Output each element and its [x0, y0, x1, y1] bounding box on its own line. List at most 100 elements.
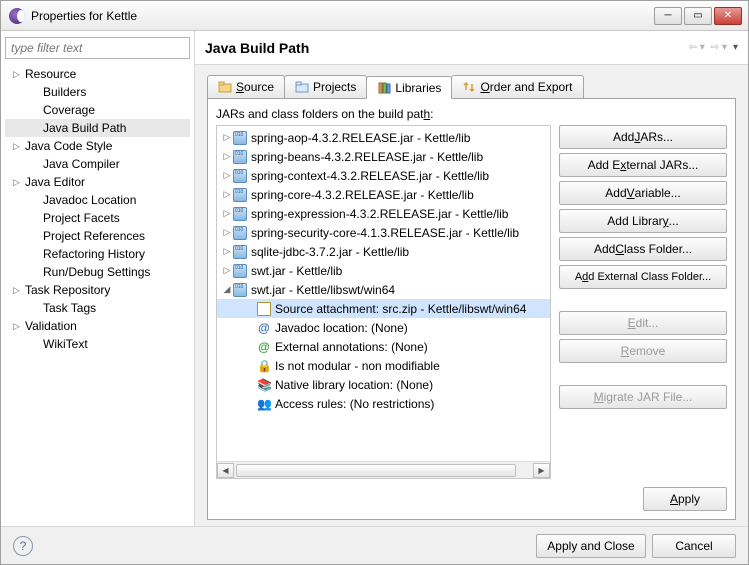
- jar-label: spring-core-4.3.2.RELEASE.jar - Kettle/l…: [251, 188, 474, 202]
- javadoc-icon: @: [257, 321, 271, 335]
- source-folder-icon: [218, 80, 232, 94]
- cancel-button[interactable]: Cancel: [652, 534, 736, 558]
- expand-icon[interactable]: ▷: [221, 246, 233, 257]
- tab-source[interactable]: SSourceource: [207, 75, 285, 98]
- jar-detail-label: Is not modular - non modifiable: [275, 359, 440, 373]
- nav-item-label: Task Repository: [25, 283, 110, 297]
- nav-item[interactable]: ▷Validation: [5, 317, 190, 335]
- back-icon[interactable]: ⇦ ▾: [689, 42, 705, 53]
- tab-libraries[interactable]: Libraries: [366, 76, 452, 99]
- jar-detail-item[interactable]: @Javadoc location: (None): [217, 318, 550, 337]
- scroll-thumb[interactable]: [236, 464, 516, 477]
- nav-item[interactable]: Java Build Path: [5, 119, 190, 137]
- jar-item[interactable]: ▷spring-aop-4.3.2.RELEASE.jar - Kettle/l…: [217, 128, 550, 147]
- expand-icon[interactable]: ▷: [221, 189, 233, 200]
- nav-item-label: Task Tags: [43, 301, 96, 315]
- nav-item[interactable]: Project References: [5, 227, 190, 245]
- sidebar: ▷Resource Builders Coverage Java Build Path…: [1, 31, 195, 526]
- expand-icon[interactable]: ▷: [13, 177, 25, 188]
- libraries-panel: JARs and class folders on the build path…: [207, 99, 736, 520]
- jar-item[interactable]: ▷ spring-context-4.3.2.RELEASE.jar - Kett…: [217, 166, 550, 185]
- source-attachment-icon: [257, 302, 271, 316]
- minimize-button[interactable]: ─: [654, 7, 682, 25]
- add-variable-button[interactable]: Add Variable...Add Variable...: [559, 181, 727, 205]
- jar-item[interactable]: ▷spring-expression-4.3.2.RELEASE.jar - K…: [217, 204, 550, 223]
- jar-item[interactable]: ▷ swt.jar - Kettle/lib: [217, 261, 550, 280]
- window-title: Properties for Kettle: [31, 9, 137, 23]
- nav-item[interactable]: Javadoc Location: [5, 191, 190, 209]
- page-title: Java Build Path: [205, 40, 309, 56]
- jar-icon: [233, 150, 247, 164]
- jar-item[interactable]: ▷ sqlite-jdbc-3.7.2.jar - Kettle/lib: [217, 242, 550, 261]
- nav-item[interactable]: Project Facets: [5, 209, 190, 227]
- nav-item[interactable]: Coverage: [5, 101, 190, 119]
- nav-item[interactable]: ▷Java Editor: [5, 173, 190, 191]
- nav-item[interactable]: Task Tags: [5, 299, 190, 317]
- page-header: Java Build Path ⇦ ▾ ⇨ ▾ ▾: [195, 31, 748, 65]
- nav-item[interactable]: Builders: [5, 83, 190, 101]
- expand-icon[interactable]: ▷: [221, 170, 233, 181]
- jar-label: spring-context-4.3.2.RELEASE.jar - Kettl…: [251, 169, 489, 183]
- filter-input[interactable]: [5, 37, 190, 59]
- add-external-jars-button[interactable]: Add External JARs...Add External JARs...: [559, 153, 727, 177]
- jar-label: swt.jar - Kettle/lib: [251, 264, 342, 278]
- add-library-button[interactable]: Add Library...Add Library...: [559, 209, 727, 233]
- expand-icon[interactable]: ▷: [221, 265, 233, 276]
- nav-item-label: Project References: [43, 229, 145, 243]
- libraries-icon: [377, 81, 391, 95]
- jar-label: sqlite-jdbc-3.7.2.jar - Kettle/lib: [251, 245, 409, 259]
- jar-item[interactable]: ▷spring-beans-4.3.2.RELEASE.jar - Kettle…: [217, 147, 550, 166]
- expand-icon[interactable]: ▷: [13, 285, 25, 296]
- header-nav: ⇦ ▾ ⇨ ▾ ▾: [689, 42, 738, 53]
- tab-projects[interactable]: Projects: [284, 75, 367, 98]
- maximize-button[interactable]: ▭: [684, 7, 712, 25]
- nav-item[interactable]: Refactoring History: [5, 245, 190, 263]
- apply-button[interactable]: ApplyApply: [643, 487, 727, 511]
- jar-item[interactable]: ◢swt.jar - Kettle/libswt/win64: [217, 280, 550, 299]
- forward-icon[interactable]: ⇨ ▾: [711, 42, 727, 53]
- expand-icon[interactable]: ▷: [13, 69, 25, 80]
- jar-detail-item[interactable]: 📚Native library location: (None): [217, 375, 550, 394]
- nav-item[interactable]: WikiText: [5, 335, 190, 353]
- nav-item[interactable]: Java Compiler: [5, 155, 190, 173]
- apply-and-close-button[interactable]: Apply and Close: [536, 534, 646, 558]
- nav-item-label: Javadoc Location: [43, 193, 136, 207]
- jar-tree[interactable]: ▷spring-aop-4.3.2.RELEASE.jar - Kettle/l…: [216, 125, 551, 479]
- jar-label: spring-security-core-4.1.3.RELEASE.jar -…: [251, 226, 519, 240]
- expand-icon[interactable]: ▷: [13, 141, 25, 152]
- expand-icon[interactable]: ▷: [221, 208, 233, 219]
- scroll-right-icon[interactable]: ▶: [533, 463, 550, 478]
- scroll-left-icon[interactable]: ◀: [217, 463, 234, 478]
- nav-item[interactable]: Run/Debug Settings: [5, 263, 190, 281]
- nav-item-label: WikiText: [43, 337, 88, 351]
- view-menu-icon[interactable]: ▾: [733, 42, 738, 53]
- nav-item-label: Builders: [43, 85, 86, 99]
- nav-item[interactable]: ▷Task Repository: [5, 281, 190, 299]
- eclipse-icon: [9, 8, 25, 24]
- jar-item[interactable]: ▷ spring-security-core-4.1.3.RELEASE.jar …: [217, 223, 550, 242]
- nav-item[interactable]: ▷Resource: [5, 65, 190, 83]
- edit-button: Edit...Edit...: [559, 311, 727, 335]
- add-class-folder-button[interactable]: Add Class Folder...Add Class Folder...: [559, 237, 727, 261]
- jar-detail-item[interactable]: Source attachment: src.zip - Kettle/libs…: [217, 299, 550, 318]
- expand-icon[interactable]: ▷: [221, 132, 233, 143]
- horizontal-scrollbar[interactable]: ◀ ▶: [217, 461, 550, 478]
- nav-item-label: Java Build Path: [43, 121, 126, 135]
- nav-item[interactable]: ▷Java Code Style: [5, 137, 190, 155]
- help-icon[interactable]: ?: [13, 536, 33, 556]
- nav-tree[interactable]: ▷Resource Builders Coverage Java Build Path…: [5, 63, 190, 520]
- jar-detail-item[interactable]: @External annotations: (None): [217, 337, 550, 356]
- close-button[interactable]: ✕: [714, 7, 742, 25]
- jar-icon: [233, 264, 247, 278]
- add-jars-button[interactable]: Add JARs...Add JARs...: [559, 125, 727, 149]
- expand-icon[interactable]: ▷: [221, 227, 233, 238]
- jar-detail-item[interactable]: 🔒Is not modular - non modifiable: [217, 356, 550, 375]
- tab-order-export[interactable]: Order and ExportOrder and Export: [451, 75, 583, 98]
- add-external-class-folder-button[interactable]: Add External Class Folder...Add External…: [559, 265, 727, 289]
- expand-icon[interactable]: ▷: [221, 151, 233, 162]
- jar-item[interactable]: ▷ spring-core-4.3.2.RELEASE.jar - Kettle/…: [217, 185, 550, 204]
- expand-icon[interactable]: ◢: [221, 284, 233, 295]
- expand-icon[interactable]: ▷: [13, 321, 25, 332]
- jar-detail-item[interactable]: 👥Access rules: (No restrictions): [217, 394, 550, 413]
- jar-icon: [233, 283, 247, 297]
